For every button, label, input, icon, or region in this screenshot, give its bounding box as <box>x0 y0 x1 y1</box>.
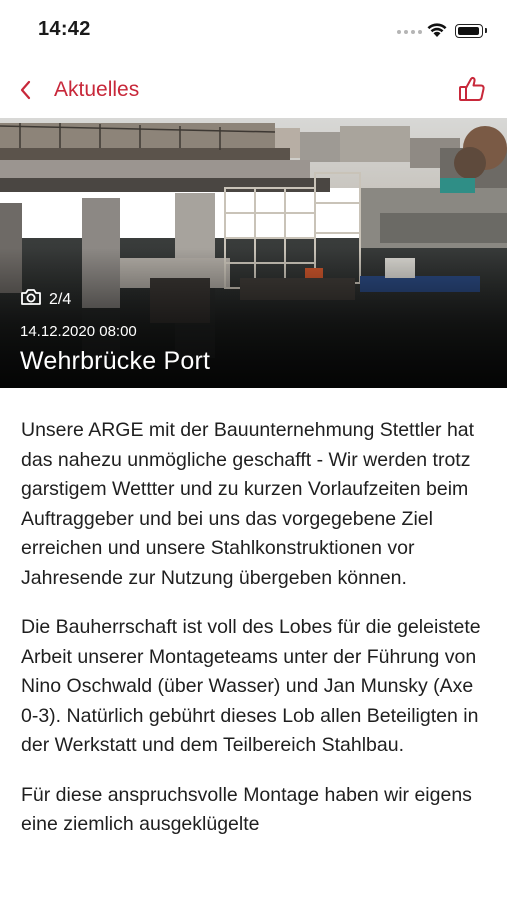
battery-icon <box>455 24 487 38</box>
photo-counter: 2/4 <box>20 288 71 311</box>
thumbs-up-icon[interactable] <box>457 74 487 104</box>
photo-counter-text: 2/4 <box>49 290 72 308</box>
wifi-icon <box>426 22 448 43</box>
article-paragraph: Die Bauherrschaft ist voll des Lobes für… <box>21 616 481 756</box>
navigation-bar: Aktuelles <box>0 68 507 112</box>
back-button-label: Aktuelles <box>54 78 140 101</box>
article-date: 14.12.2020 08:00 <box>20 323 137 340</box>
camera-icon <box>20 288 42 311</box>
chevron-left-icon <box>14 79 36 101</box>
article-title: Wehrbrücke Port <box>20 347 211 375</box>
article-paragraph: Für diese anspruchsvolle Montage haben w… <box>21 783 472 836</box>
back-button[interactable]: Aktuelles <box>14 72 139 108</box>
article-body: Unsere ARGE mit der Bauunternehmung Stet… <box>21 416 491 860</box>
article-paragraph: Unsere ARGE mit der Bauunternehmung Stet… <box>21 419 475 589</box>
status-bar: 14:42 <box>0 0 507 60</box>
hero-image[interactable]: 2/4 14.12.2020 08:00 Wehrbrücke Port <box>0 118 507 388</box>
status-time: 14:42 <box>38 18 91 40</box>
signal-icon <box>397 30 422 34</box>
